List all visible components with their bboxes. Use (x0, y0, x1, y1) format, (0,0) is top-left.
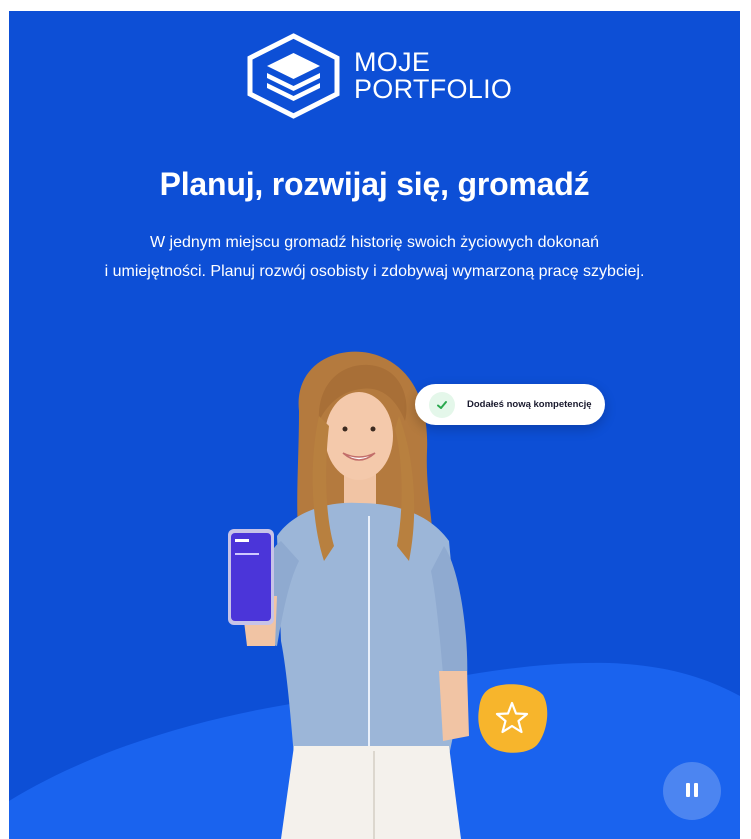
hero-banner: MOJE PORTFOLIO Planuj, rozwijaj się, gro… (9, 11, 740, 839)
star-badge (478, 684, 548, 753)
logo-wordmark: MOJE PORTFOLIO (354, 49, 512, 103)
hero-subtitle: W jednym miejscu gromadź historię swoich… (29, 228, 720, 286)
pause-icon (684, 782, 700, 800)
logo[interactable]: MOJE PORTFOLIO (245, 33, 512, 119)
pause-button[interactable] (663, 762, 721, 820)
notification-message: Dodałeś nową kompetencję (467, 399, 592, 410)
layers-hexagon-icon (247, 33, 340, 119)
logo-line-1: MOJE (354, 47, 431, 77)
check-icon (429, 391, 455, 418)
hero-title: Planuj, rozwijaj się, gromadź (159, 166, 590, 202)
logo-line-2: PORTFOLIO (354, 74, 513, 104)
hero-subtitle-line-1: W jednym miejscu gromadź historię swoich… (149, 234, 600, 251)
notification-toast: Dodałeś nową kompetencję (415, 384, 605, 425)
hero-subtitle-line-2: i umiejętności. Planuj rozwój osobisty i… (104, 263, 645, 280)
